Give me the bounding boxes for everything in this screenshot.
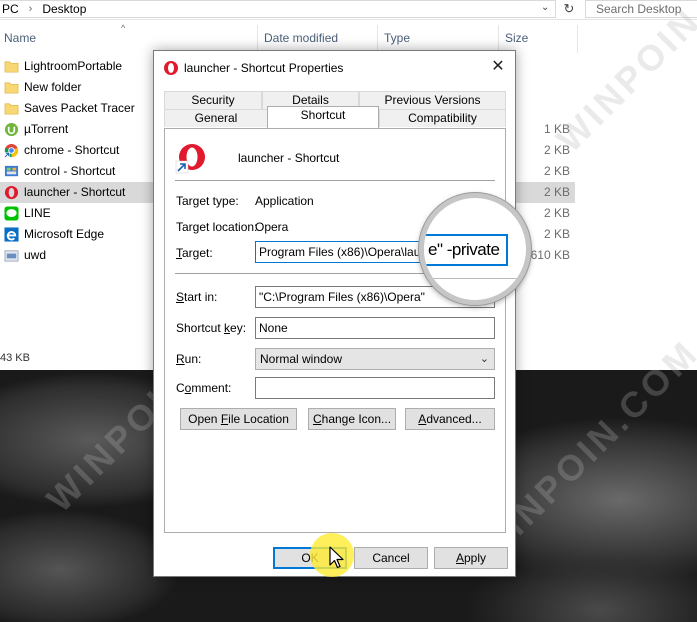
column-header-name[interactable]: Name [4,31,36,45]
column-divider[interactable] [577,25,578,53]
utorrent-icon [4,122,19,137]
file-name: LightroomPortable [24,59,123,73]
column-divider[interactable] [377,25,378,53]
column-headers: ^ Name Date modified Type Size [0,23,580,53]
tab-security[interactable]: Security [164,91,262,109]
opera-icon [164,61,178,75]
target-location-label: Target location: [176,220,258,234]
file-name: µTorrent [24,122,69,136]
open-file-location-button[interactable]: Open File Location [180,408,297,430]
status-bar-size: 43 KB [0,352,30,364]
run-label: Run: [176,352,202,366]
divider [175,180,495,181]
start-in-label: Start in: [176,290,218,304]
control-panel-icon [4,165,19,177]
file-size: 2 KB [543,227,570,241]
file-name: LINE [24,206,51,220]
close-icon[interactable]: ✕ [485,56,511,78]
column-divider[interactable] [257,25,258,53]
opera-icon [4,185,19,200]
breadcrumb[interactable]: PC › Desktop [0,0,556,18]
refresh-icon[interactable]: ↻ [560,0,578,18]
zoom-magnifier: e" -private [419,193,531,305]
opera-icon [175,144,205,174]
column-header-size[interactable]: Size [505,31,528,45]
edge-icon [4,227,19,242]
column-divider[interactable] [498,25,499,53]
line-icon [4,206,19,221]
target-type-label: Target type: [176,194,239,208]
shortcut-name: launcher - Shortcut [238,151,340,165]
tab-shortcut[interactable]: Shortcut [267,106,379,128]
file-name: uwd [24,248,47,262]
file-size: 2 KB [543,164,570,178]
run-select[interactable]: Normal window ⌄ [255,348,495,370]
file-name: New folder [24,80,82,94]
breadcrumb-desktop[interactable]: Desktop [40,2,86,16]
magnified-target-text: e" -private [424,234,508,266]
search-input[interactable]: Search Desktop [585,0,697,18]
run-select-value: Normal window [260,352,343,366]
address-dropdown-icon[interactable]: ⌄ [541,2,549,13]
change-icon-button[interactable]: Change Icon... [308,408,396,430]
target-location-value: Opera [255,220,289,234]
file-size: 2 KB [543,185,570,199]
magnified-divider [424,278,526,279]
chrome-icon [4,143,19,158]
folder-icon [4,61,19,73]
column-header-type[interactable]: Type [384,31,410,45]
tab-general[interactable]: General [164,109,268,127]
breadcrumb-pc[interactable]: PC [0,2,19,16]
breadcrumb-chevron-icon: › [28,3,33,15]
column-header-date[interactable]: Date modified [264,31,338,45]
file-name: Saves Packet Tracer [24,101,135,115]
target-label: Target: [176,246,213,260]
target-type-value: Application [255,194,314,208]
file-name: chrome - Shortcut [24,143,120,157]
tab-previous-versions[interactable]: Previous Versions [359,91,506,109]
file-name: Microsoft Edge [24,227,105,241]
mouse-pointer-icon [329,546,344,569]
comment-field[interactable] [255,377,495,399]
advanced-button[interactable]: Advanced... [405,408,495,430]
file-size: 1 KB [543,122,570,136]
file-size: 610 KB [530,248,570,262]
file-size: 2 KB [543,143,570,157]
comment-label: Comment: [176,381,232,395]
dialog-title: launcher - Shortcut Properties [184,61,344,75]
dialog-title-bar[interactable]: launcher - Shortcut Properties ✕ [154,51,515,83]
folder-icon [4,103,19,115]
folder-icon [4,82,19,94]
file-name: control - Shortcut [24,164,116,178]
sort-up-icon: ^ [121,23,126,33]
tab-bar: Security Details Previous Versions Gener… [164,91,506,131]
file-name: launcher - Shortcut [24,185,126,199]
address-bar: PC › Desktop ⌄ ↻ Search Desktop [0,0,697,20]
shortcut-key-label: Shortcut key: [176,321,247,335]
shortcut-tab-panel: launcher - Shortcut Target type: Applica… [164,128,506,533]
chevron-down-icon: ⌄ [479,353,489,365]
tab-compatibility[interactable]: Compatibility [379,109,506,127]
cancel-button[interactable]: Cancel [354,547,428,569]
shortcut-key-field[interactable]: None [255,317,495,339]
apply-button[interactable]: Apply [434,547,508,569]
file-size: 2 KB [543,206,570,220]
shortcut-properties-dialog: launcher - Shortcut Properties ✕ Securit… [153,50,516,577]
file-icon [4,250,19,262]
